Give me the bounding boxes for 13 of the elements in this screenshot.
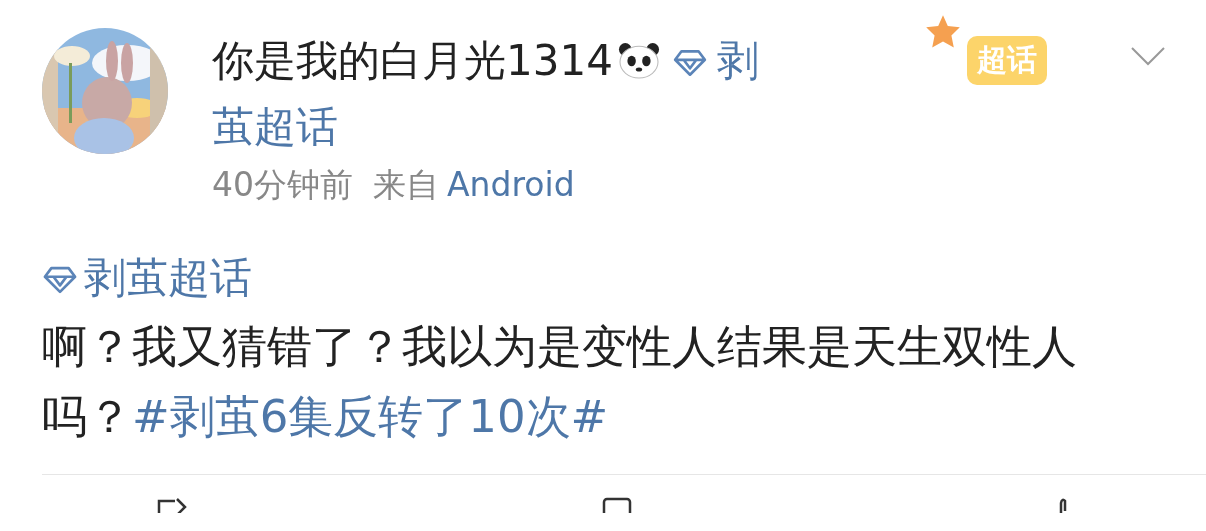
diamond-icon [42, 266, 78, 294]
hashtag-link[interactable]: #剥茧6集反转了10次# [132, 390, 609, 443]
source-label: 来自 [373, 165, 439, 204]
post-text: 啊？我又猜错了？我以为是变性人结果是天生双性人吗？#剥茧6集反转了10次# [42, 319, 1078, 445]
chevron-down-icon[interactable] [1130, 46, 1166, 66]
topic-link[interactable]: 茧超话 [212, 102, 338, 151]
panda-icon [616, 41, 661, 79]
user-name[interactable]: 你是我的白月光1314 [212, 36, 613, 85]
topic-link[interactable]: 剥茧超话 [84, 253, 252, 302]
diamond-icon [672, 49, 707, 77]
post-time: 40分钟前 [212, 165, 353, 204]
source-link[interactable]: Android [447, 165, 575, 204]
topic-link[interactable]: 剥 [716, 36, 759, 85]
